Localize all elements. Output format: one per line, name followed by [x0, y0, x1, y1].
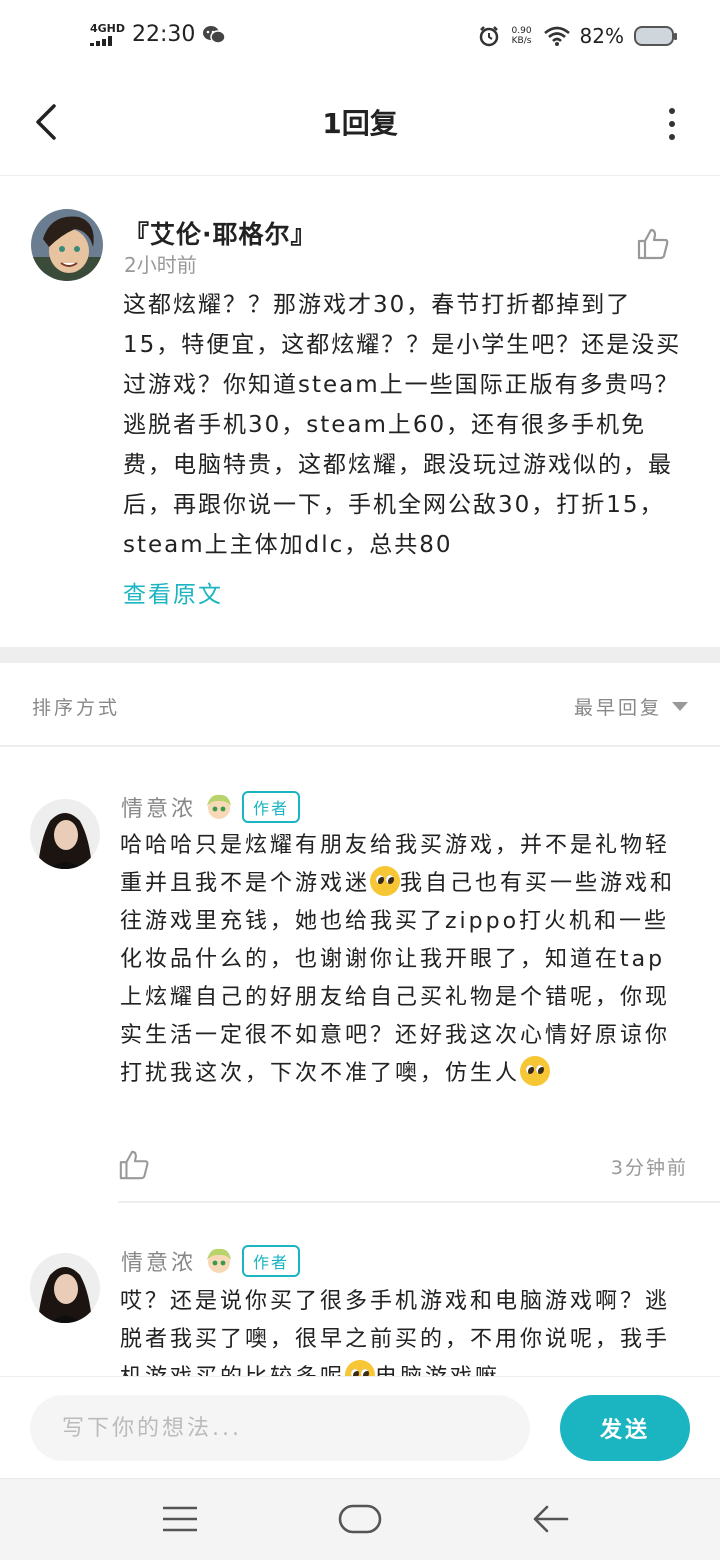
author-badge: 作者: [242, 1245, 301, 1277]
section-divider: [0, 647, 720, 663]
user-level-icon: [207, 794, 232, 819]
comment-composer: 发送: [0, 1376, 720, 1478]
pleading-face-icon: [370, 866, 401, 896]
avatar[interactable]: [30, 1253, 100, 1323]
comment-input[interactable]: [30, 1395, 530, 1461]
sort-selected-value: 最早回复: [573, 697, 662, 719]
reply-author-name[interactable]: 情意浓: [121, 791, 196, 823]
status-left: 4GHD 22:30: [90, 22, 226, 47]
reply-item: 情意浓 作者 哎？还是说你买了很多手机游戏和电脑游戏啊？逃脱者我买了噢，很早之前…: [0, 1203, 720, 1376]
home-icon: [338, 1504, 382, 1534]
pleading-face-icon: [520, 1056, 551, 1086]
original-comment: 『艾伦·耶格尔』 2小时前 这都炫耀？？那游戏才30，春节打折都掉到了15，特便…: [0, 177, 720, 647]
thumbs-up-icon: [119, 1150, 149, 1180]
menu-nav-button[interactable]: [158, 1499, 202, 1539]
sort-label: 排序方式: [32, 697, 121, 719]
net-speed: 0.90 KB/s: [511, 26, 532, 46]
wechat-icon: [203, 25, 226, 44]
reply-like-button[interactable]: [118, 1149, 150, 1181]
status-time: 22:30: [132, 22, 196, 47]
arrow-left-icon: [533, 1505, 569, 1533]
signal-icon: 4GHD: [90, 22, 126, 46]
reply-item: 情意浓 作者 哈哈哈只是炫耀有朋友给我买游戏，并不是礼物轻重并且我不是个游戏迷我…: [0, 747, 720, 1203]
post-author-name[interactable]: 『艾伦·耶格尔』: [124, 215, 317, 251]
top-app-bar: 1回复: [0, 80, 720, 176]
sort-bar: 排序方式 最早回复: [0, 663, 720, 747]
status-right: 0.90 KB/s 82%: [478, 24, 677, 48]
battery-icon: [634, 26, 677, 46]
back-nav-button[interactable]: [528, 1499, 572, 1539]
reply-body: 哎？还是说你买了很多手机游戏和电脑游戏啊？逃脱者我买了噢，很早之前买的，不用你说…: [120, 1283, 690, 1376]
reply-body: 哈哈哈只是炫耀有朋友给我买游戏，并不是礼物轻重并且我不是个游戏迷 我自己也有买一些…: [120, 833, 676, 1086]
reply-author-name[interactable]: 情意浓: [121, 1245, 196, 1277]
network-type: 4GHD: [90, 22, 126, 35]
home-nav-button[interactable]: [338, 1499, 382, 1539]
avatar[interactable]: [31, 209, 103, 281]
pleading-face-icon: [345, 1360, 376, 1376]
avatar[interactable]: [30, 799, 100, 869]
sort-dropdown[interactable]: 最早回复: [574, 693, 688, 720]
like-button[interactable]: [636, 227, 670, 261]
author-badge: 作者: [242, 791, 301, 823]
send-button[interactable]: 发送: [560, 1395, 690, 1461]
menu-icon: [163, 1506, 197, 1532]
alarm-icon: [479, 26, 498, 47]
thumbs-up-icon: [637, 228, 669, 260]
wifi-icon: [543, 26, 570, 46]
status-bar: 4GHD 22:30 0.90 KB/s 82%: [0, 0, 720, 80]
system-nav-bar: [0, 1478, 720, 1560]
page-title: 1回复: [322, 107, 398, 140]
reply-timestamp: 3分钟前: [610, 1157, 688, 1179]
caret-down-icon: [672, 702, 688, 711]
view-original-link[interactable]: 查看原文: [123, 575, 223, 609]
user-level-icon: [207, 1248, 232, 1273]
reply-author: 情意浓 作者: [121, 1245, 301, 1277]
post-timestamp: 2小时前: [124, 253, 197, 277]
more-options-button[interactable]: [662, 104, 682, 144]
reply-author: 情意浓 作者: [121, 791, 301, 823]
post-body: 这都炫耀？？那游戏才30，春节打折都掉到了15，特便宜，这都炫耀？？是小学生吧？…: [123, 292, 682, 558]
battery-level: 82%: [579, 24, 624, 48]
more-vertical-icon: [669, 108, 675, 114]
